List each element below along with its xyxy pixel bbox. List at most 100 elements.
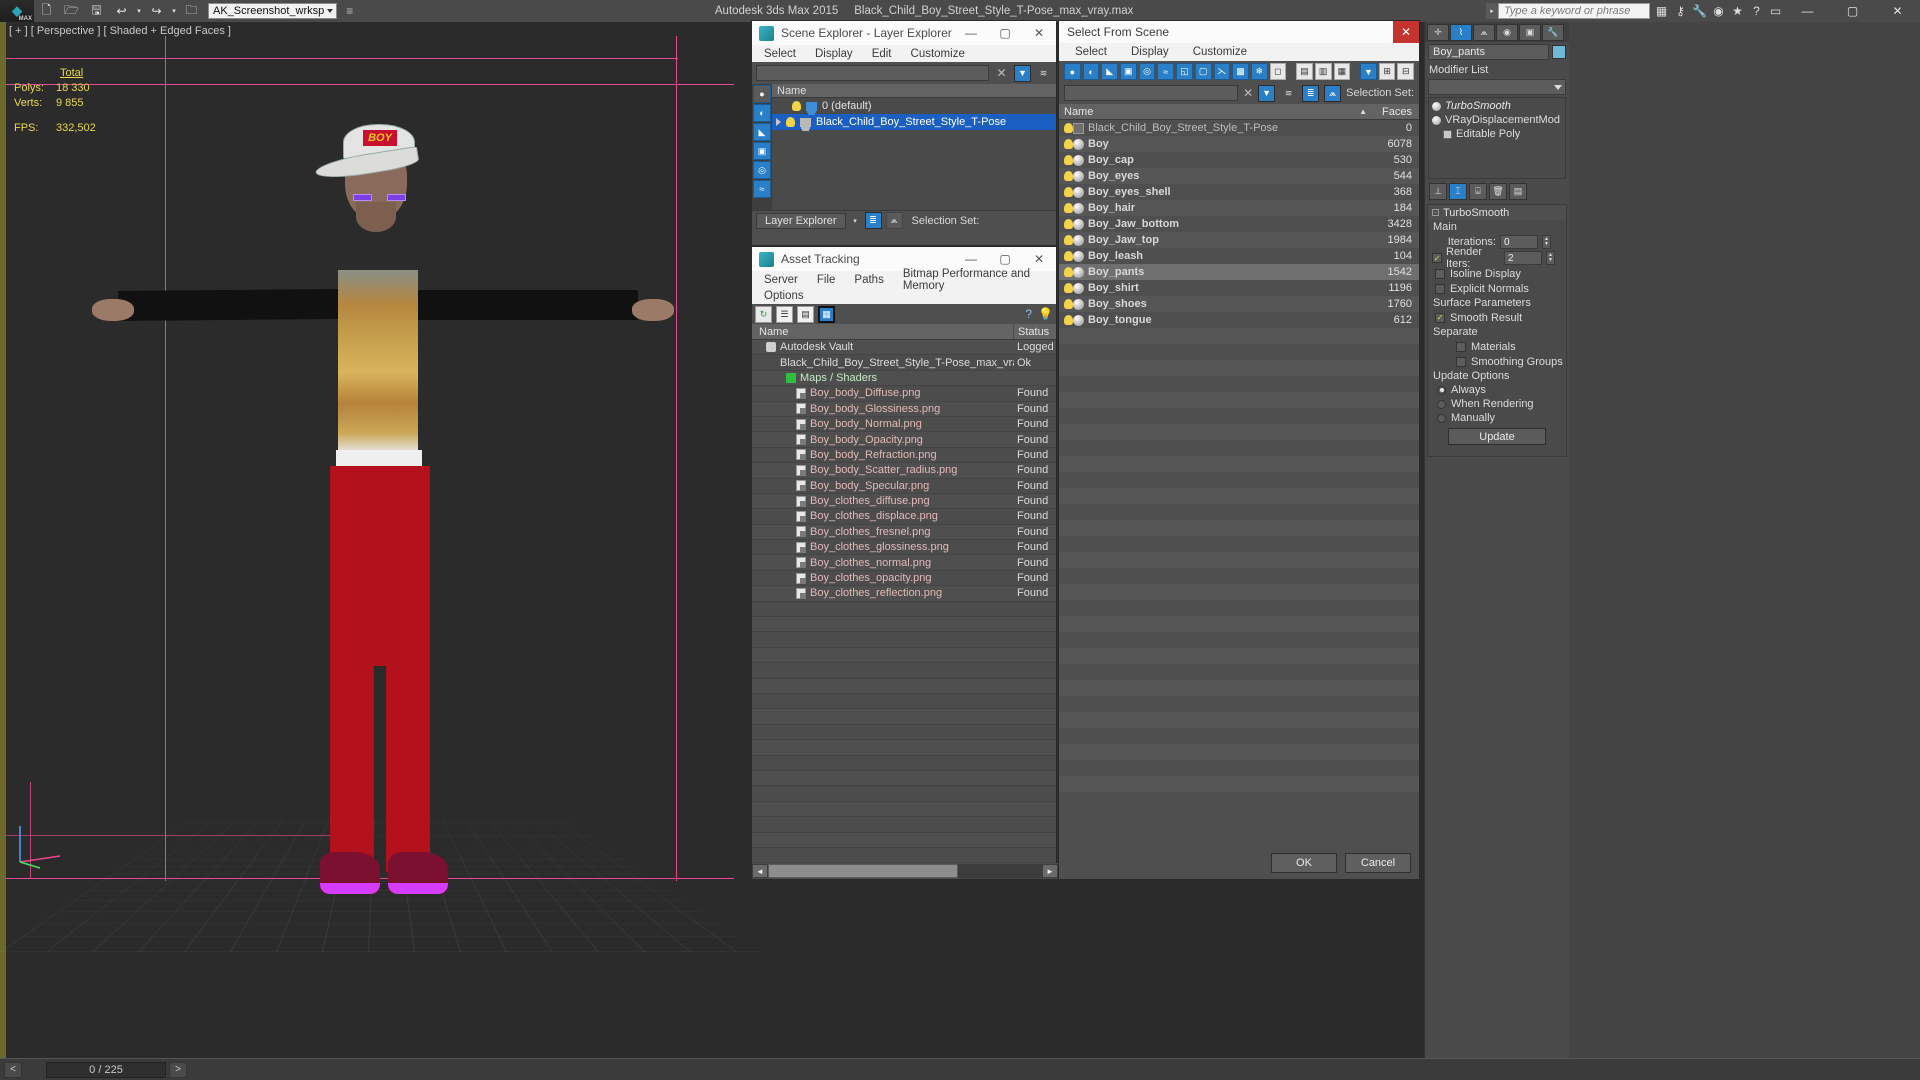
asset-row[interactable]: Boy_body_Opacity.png Found xyxy=(752,432,1056,448)
asset-tracking-rows[interactable]: Autodesk Vault Logged Black_Child_Boy_Stre… xyxy=(752,340,1056,864)
command-panel-tabs[interactable]: ✛ ⌇ ⩕ ◉ ▣ 🔧 xyxy=(1425,22,1569,42)
light-bulb-icon[interactable] xyxy=(1064,315,1073,325)
scene-explorer-layer-list[interactable]: Name 0 (default) Black_Child_Boy_Street_… xyxy=(772,84,1056,210)
light-bulb-icon[interactable] xyxy=(1064,139,1073,149)
asset-row-name-cell[interactable]: Boy_body_Specular.png xyxy=(752,479,1014,493)
iterations-spinner[interactable]: ▲ ▼ xyxy=(1542,235,1551,249)
asset-column-name[interactable]: Name xyxy=(752,324,1014,339)
light-bulb-icon[interactable] xyxy=(1064,123,1073,133)
bones-icon[interactable]: ⋋ xyxy=(1213,63,1231,80)
scene-explorer-menu-edit[interactable]: Edit xyxy=(872,48,892,60)
select-from-scene-close-button[interactable]: ✕ xyxy=(1393,21,1419,43)
update-button[interactable]: Update xyxy=(1448,428,1546,445)
redo-dropdown-icon[interactable]: ▾ xyxy=(169,0,179,22)
geometry-sphere-icon[interactable]: ● xyxy=(753,85,771,103)
asset-row[interactable]: Black_Child_Boy_Street_Style_T-Pose_max_… xyxy=(752,355,1056,371)
list-view-icon[interactable]: ☰ xyxy=(776,305,793,323)
sfs-menu-display[interactable]: Display xyxy=(1131,46,1169,58)
update-always-radio[interactable] xyxy=(1437,385,1446,395)
explicit-normals-row[interactable]: Explicit Normals xyxy=(1428,281,1566,296)
select-from-scene-column-headers[interactable]: Name ▲ Faces xyxy=(1059,104,1419,120)
project-folder-icon[interactable]: 🗀 xyxy=(179,0,204,22)
lights-icon[interactable]: ◣ xyxy=(1101,63,1119,80)
modifier-toggle-icon[interactable] xyxy=(1432,115,1441,125)
turbosmooth-rollout-header[interactable]: - TurboSmooth xyxy=(1428,205,1566,220)
materials-row[interactable]: Materials xyxy=(1428,339,1566,354)
next-frame-button[interactable]: > xyxy=(169,1061,187,1078)
select-from-scene-toolbar[interactable]: ● ◐ ◣ ▣ ◎ ≈ ◱ ▢ ⋋ ▩ ❄ ◻ ▤ ▥ ▦ ▼ ⊞ ⊟ xyxy=(1059,61,1419,82)
update-manually-row[interactable]: Manually xyxy=(1428,411,1566,425)
layer-manager-icon[interactable]: ≣ xyxy=(864,212,882,229)
light-bulb-icon[interactable] xyxy=(1064,267,1073,277)
motion-tab[interactable]: ◉ xyxy=(1496,23,1518,41)
scene-explorer-close-button[interactable]: ✕ xyxy=(1022,21,1056,45)
scene-explorer-filter-row[interactable]: ✕ ▼ ≋ xyxy=(752,62,1056,84)
cameras-icon[interactable]: ▣ xyxy=(1120,63,1137,80)
explicit-normals-checkbox[interactable] xyxy=(1435,283,1445,294)
render-iters-spinner[interactable]: ▲ ▼ xyxy=(1546,251,1555,265)
display-tab[interactable]: ▣ xyxy=(1519,23,1541,41)
update-always-row[interactable]: Always xyxy=(1428,383,1566,397)
asset-row-name-cell[interactable]: Boy_clothes_normal.png xyxy=(752,555,1014,569)
scene-explorer-maximize-button[interactable]: ▢ xyxy=(988,21,1022,45)
scene-object-row[interactable]: Boy_pants 1542 xyxy=(1059,264,1419,280)
utilities-tab[interactable]: 🔧 xyxy=(1542,23,1564,41)
asset-menu-server[interactable]: Server xyxy=(764,274,798,286)
scene-object-row[interactable]: Boy_eyes 544 xyxy=(1059,168,1419,184)
scene-explorer-menu-bar[interactable]: Select Display Edit Customize xyxy=(752,45,1056,62)
tab-layer-explorer[interactable]: Layer Explorer xyxy=(756,212,846,229)
render-iters-input[interactable]: 2 xyxy=(1504,251,1542,265)
asset-row-name-cell[interactable]: Boy_clothes_opacity.png xyxy=(752,571,1014,585)
remove-modifier-icon[interactable]: 🗑 xyxy=(1489,182,1507,200)
asset-tracking-column-headers[interactable]: Name Status xyxy=(752,324,1056,340)
scene-explorer-column-name[interactable]: Name xyxy=(772,84,1056,98)
geometry-icon[interactable]: ● xyxy=(1064,63,1081,80)
asset-row[interactable]: Boy_clothes_reflection.png Found xyxy=(752,586,1056,602)
asset-row-name-cell[interactable]: Boy_body_Normal.png xyxy=(752,417,1014,431)
viewport-label[interactable]: [ + ] [ Perspective ] [ Shaded + Edged F… xyxy=(9,25,231,37)
details-view-icon[interactable]: ▤ xyxy=(797,305,814,323)
expand-all-icon[interactable]: ⊞ xyxy=(1378,63,1396,80)
collapse-all-icon[interactable]: ⊟ xyxy=(1397,63,1415,80)
window-minimize-button[interactable]: — xyxy=(1785,0,1830,22)
asset-row-name-cell[interactable]: Boy_clothes_diffuse.png xyxy=(752,494,1014,508)
pin-stack-icon[interactable]: ⊥ xyxy=(1429,182,1447,200)
asset-row[interactable]: Maps / Shaders xyxy=(752,371,1056,387)
light-bulb-icon[interactable] xyxy=(792,101,801,111)
scene-explorer-menu-customize[interactable]: Customize xyxy=(911,48,965,60)
display-layer-icon[interactable]: ▥ xyxy=(1314,63,1332,80)
prev-frame-button[interactable]: < xyxy=(4,1061,22,1078)
groups-icon[interactable]: ◱ xyxy=(1176,63,1193,80)
asset-row-name-cell[interactable]: Autodesk Vault xyxy=(752,340,1014,354)
light-bulb-icon[interactable] xyxy=(786,117,795,127)
star-icon[interactable]: ★ xyxy=(1728,0,1747,22)
asset-row-name-cell[interactable]: Black_Child_Boy_Street_Style_T-Pose_max_… xyxy=(752,355,1014,369)
asset-row[interactable]: Boy_body_Refraction.png Found xyxy=(752,447,1056,464)
modifier-stack-toolbar[interactable]: ⊥ ⌶ ⌸ 🗑 ▤ xyxy=(1425,181,1569,201)
xrefs-icon[interactable]: ▢ xyxy=(1194,63,1212,80)
asset-row-name-cell[interactable]: Boy_clothes_glossiness.png xyxy=(752,540,1014,554)
grid-view-icon[interactable]: ▦ xyxy=(818,305,835,323)
light-bulb-icon[interactable] xyxy=(1064,219,1073,229)
light-bulb-icon[interactable] xyxy=(1064,187,1073,197)
scene-explorer-window[interactable]: Scene Explorer - Layer Explorer — ▢ ✕ Se… xyxy=(751,20,1057,246)
asset-row[interactable]: Boy_body_Scatter_radius.png Found xyxy=(752,463,1056,479)
hierarchy-icon[interactable]: ⩕ xyxy=(1324,84,1342,102)
asset-row-name-cell[interactable]: Boy_body_Diffuse.png xyxy=(752,386,1014,400)
clear-x-icon[interactable]: ✕ xyxy=(1243,86,1253,100)
workspace-grid-icon[interactable]: ▦ xyxy=(1652,0,1671,22)
freeze-icon[interactable]: ◻ xyxy=(1269,63,1287,80)
modifier-toggle-icon[interactable] xyxy=(1432,101,1441,111)
key-icon[interactable]: ⚷ xyxy=(1671,0,1690,22)
layers-icon[interactable]: ≋ xyxy=(1280,85,1297,102)
asset-column-status[interactable]: Status xyxy=(1014,324,1056,339)
search-group[interactable]: ▸ Type a keyword or phrase xyxy=(1486,3,1650,19)
asset-menu-file[interactable]: File xyxy=(817,274,836,286)
isoline-display-checkbox[interactable] xyxy=(1435,268,1445,279)
select-from-scene-object-list[interactable]: Black_Child_Boy_Street_Style_T-Pose 0 Boy 6… xyxy=(1059,120,1419,808)
update-manually-radio[interactable] xyxy=(1437,413,1446,423)
asset-row[interactable]: Boy_body_Normal.png Found xyxy=(752,416,1056,433)
asset-row-name-cell[interactable]: Boy_body_Opacity.png xyxy=(752,432,1014,446)
modifier-stack[interactable]: TurboSmooth VRayDisplacementMod Editable… xyxy=(1428,97,1566,179)
refresh-icon[interactable]: ↻ xyxy=(755,305,772,323)
